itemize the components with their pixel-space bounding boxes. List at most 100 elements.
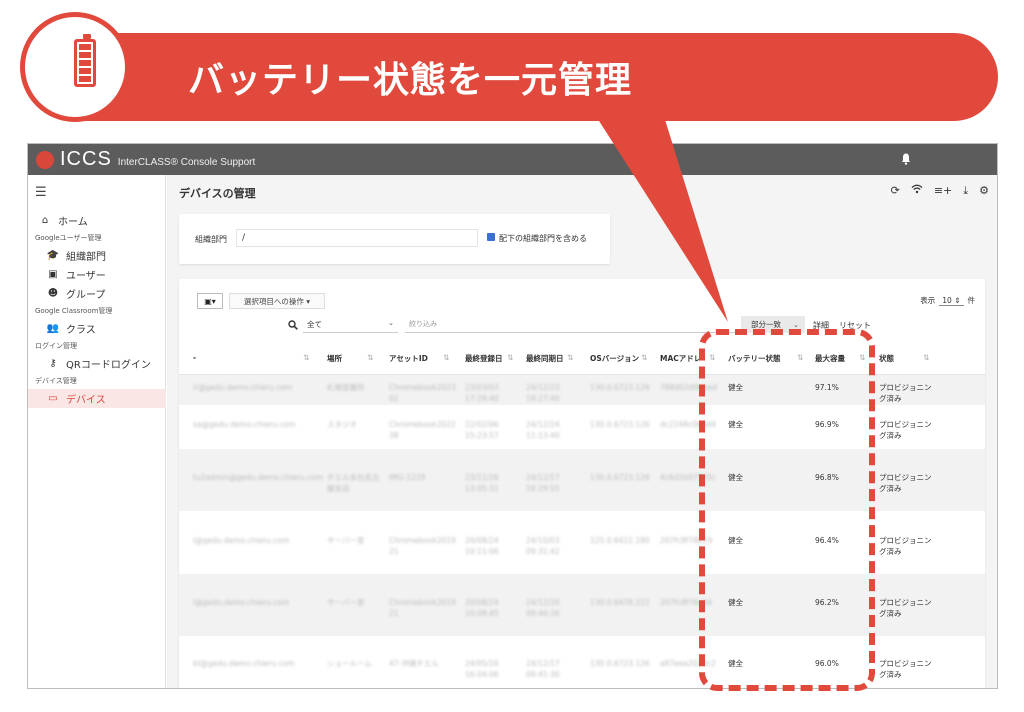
sidebar-item-4[interactable]: ☻ グループ: [28, 284, 166, 303]
sort-icon[interactable]: ⇅: [641, 353, 647, 362]
device-table-card: ▣▾ 選択項目への操作 ▾ 表示 10 ⇕ 件 全て ⌄ 絞り込み 部分一致 ⌄…: [179, 279, 985, 688]
column-header-mac[interactable]: MACアドレ: [660, 353, 701, 364]
column-header-email[interactable]: -: [193, 353, 196, 362]
cell-status: プロビジョニング済み: [879, 383, 932, 403]
narrow-search-input[interactable]: 絞り込み: [405, 317, 743, 333]
cell-capacity: 97.1%: [815, 383, 839, 392]
column-header-location[interactable]: 場所: [327, 353, 342, 364]
cell-mac: 207fc8f78b29: [660, 535, 713, 545]
hamburger-menu-icon[interactable]: ☰: [35, 185, 47, 200]
app-window: ICCS InterCLASS® Console Support ☰ ⌂ ホーム G…: [27, 143, 998, 689]
sidebar-item-8[interactable]: ⚷ QRコードログイン: [28, 354, 166, 373]
cell-email: kt@gedu.demo.chieru.com: [193, 659, 295, 668]
table-row[interactable]: ir@gedu.demo.chieru.com 札幌営業所 Chromebook20…: [179, 375, 985, 405]
sort-icon[interactable]: ⇅: [797, 353, 803, 362]
cell-mac: 4c6d2b97520c: [660, 473, 716, 482]
column-header-synced[interactable]: 最終同期日: [526, 353, 564, 364]
cell-location: 札幌営業所: [327, 383, 365, 392]
sort-icon[interactable]: ⇅: [367, 353, 373, 362]
banner-title: バッテリー状態を一元管理: [188, 60, 633, 101]
search-scope-select[interactable]: 全て ⌄: [303, 319, 398, 333]
cell-asset: 47-沖縄チエル: [389, 659, 439, 668]
page-title: デバイスの管理: [179, 187, 256, 200]
cell-os: 125.0.6422.180: [590, 535, 650, 545]
cell-registered: 23/03/03 17:28:40: [465, 383, 499, 403]
cell-email: tu2admin@gedu.demo.chieru.com: [193, 473, 324, 482]
cell-asset: IMG-1229: [389, 473, 426, 482]
bulk-action-button[interactable]: 選択項目への操作 ▾: [229, 293, 325, 309]
sidebar-item-6[interactable]: 👥 クラス: [28, 319, 166, 338]
sort-icon[interactable]: ⇅: [709, 353, 715, 362]
sort-icon[interactable]: ⇅: [507, 353, 513, 362]
cell-registered: 20/08/24 10:08:45: [465, 598, 499, 618]
reset-button[interactable]: リセット: [839, 320, 871, 331]
cell-capacity: 96.4%: [815, 535, 839, 545]
include-sub-checkbox[interactable]: [487, 233, 495, 241]
cell-registered: 22/02/06 15:23:57: [465, 420, 499, 440]
column-header-capacity[interactable]: 最大容量: [815, 353, 845, 364]
cell-asset: Chromebook2022 38: [389, 420, 456, 440]
cell-battery: 健全: [728, 535, 743, 545]
column-header-battery[interactable]: バッテリー状態: [728, 353, 781, 364]
cell-mac: dc2248c0b0d4: [660, 420, 716, 429]
sort-icon[interactable]: ⇅: [859, 353, 865, 362]
refresh-icon[interactable]: ⟳: [891, 184, 900, 198]
org-unit-input[interactable]: /: [236, 229, 478, 247]
table-row[interactable]: sa@gedu.demo.chieru.com スタジオ Chromebook202…: [179, 405, 985, 449]
cell-synced: 24/12/17 09:41:30: [526, 659, 560, 679]
bell-icon[interactable]: [901, 153, 911, 165]
sort-icon[interactable]: ⇅: [923, 353, 929, 362]
cell-location: ショールーム: [327, 659, 372, 668]
include-sub-label: 配下の組織部門を含める: [499, 234, 587, 243]
sidebar-item-label: ユーザー: [66, 271, 106, 282]
download-icon[interactable]: ⤓: [963, 184, 968, 198]
sort-icon[interactable]: ⇅: [567, 353, 573, 362]
sort-icon[interactable]: ⇅: [443, 353, 449, 362]
gear-icon[interactable]: ⚙: [979, 184, 989, 198]
cell-status: プロビジョニング済み: [879, 659, 932, 679]
detail-button[interactable]: 詳細: [813, 320, 829, 331]
sidebar-item-2[interactable]: 🎓 組織部門: [28, 246, 166, 265]
page-size-suffix: 件: [967, 296, 976, 305]
sidebar-item-10[interactable]: ▭ デバイス: [28, 389, 166, 408]
cell-status: プロビジョニング済み: [879, 598, 932, 618]
cell-battery: 健全: [728, 598, 743, 607]
table-row[interactable]: tu2admin@gedu.demo.chieru.com チエル本社名古屋支店 I…: [179, 449, 985, 511]
match-mode-select[interactable]: 部分一致 ⌄: [741, 316, 805, 333]
cell-synced: 24/12/23 18:27:40: [526, 383, 560, 403]
cell-os: 130.0.6723.126: [590, 473, 650, 482]
cell-email: sa@gedu.demo.chieru.com: [193, 420, 296, 429]
table-row[interactable]: l@gedu.demo.chieru.com サーバー室 Chromebook201…: [179, 574, 985, 636]
wifi-icon[interactable]: [911, 184, 923, 198]
sidebar-item-0[interactable]: ⌂ ホーム: [28, 211, 166, 230]
home-icon: ⌂: [41, 215, 49, 226]
cell-capacity: 96.2%: [815, 598, 839, 607]
table-row[interactable]: kt@gedu.demo.chieru.com ショールーム 47-沖縄チエル 24/…: [179, 636, 985, 688]
table-row[interactable]: l@gedu.demo.chieru.com サーバー室 Chromebook201…: [179, 511, 985, 574]
sidebar-item-label: ホーム: [58, 217, 88, 228]
cell-synced: 24/10/03 09:31:42: [526, 535, 560, 556]
cell-registered: 23/11/26 13:05:31: [465, 473, 499, 493]
column-header-registered[interactable]: 最終登録日: [465, 353, 503, 364]
select-all-dropdown[interactable]: ▣▾: [197, 293, 223, 309]
column-header-os[interactable]: OSバージョン: [590, 353, 639, 364]
cell-capacity: 96.9%: [815, 420, 839, 429]
laptop-icon: ▭: [48, 393, 58, 404]
page-size-control: 表示 10 ⇕ 件: [920, 295, 975, 306]
cell-registered: 20/08/24 10:11:06: [465, 535, 499, 556]
sidebar-item-label: クラス: [66, 325, 96, 336]
cell-location: サーバー室: [327, 535, 365, 545]
main-content: デバイスの管理 ⟳ ≡+ ⤓ ⚙ 組織部門 / 配下の組織部門を含める ▣▾ 選…: [167, 175, 997, 688]
sort-icon[interactable]: ⇅: [303, 353, 309, 362]
playlist-add-icon[interactable]: ≡+: [934, 184, 952, 198]
sidebar-item-3[interactable]: ▣ ユーザー: [28, 265, 166, 284]
page-size-select[interactable]: 10 ⇕: [939, 296, 964, 306]
column-header-asset[interactable]: アセットID: [389, 353, 428, 364]
cell-battery: 健全: [728, 420, 743, 429]
cell-mac: 207fc8f76e56: [660, 598, 713, 607]
iccs-logo-icon: [36, 150, 54, 169]
sidebar-section-label: Googleユーザー管理: [35, 234, 102, 242]
cell-synced: 24/12/20 09:44:26: [526, 598, 560, 618]
column-header-status[interactable]: 状態: [879, 353, 894, 364]
cell-asset: Chromebook2019 21: [389, 535, 456, 556]
